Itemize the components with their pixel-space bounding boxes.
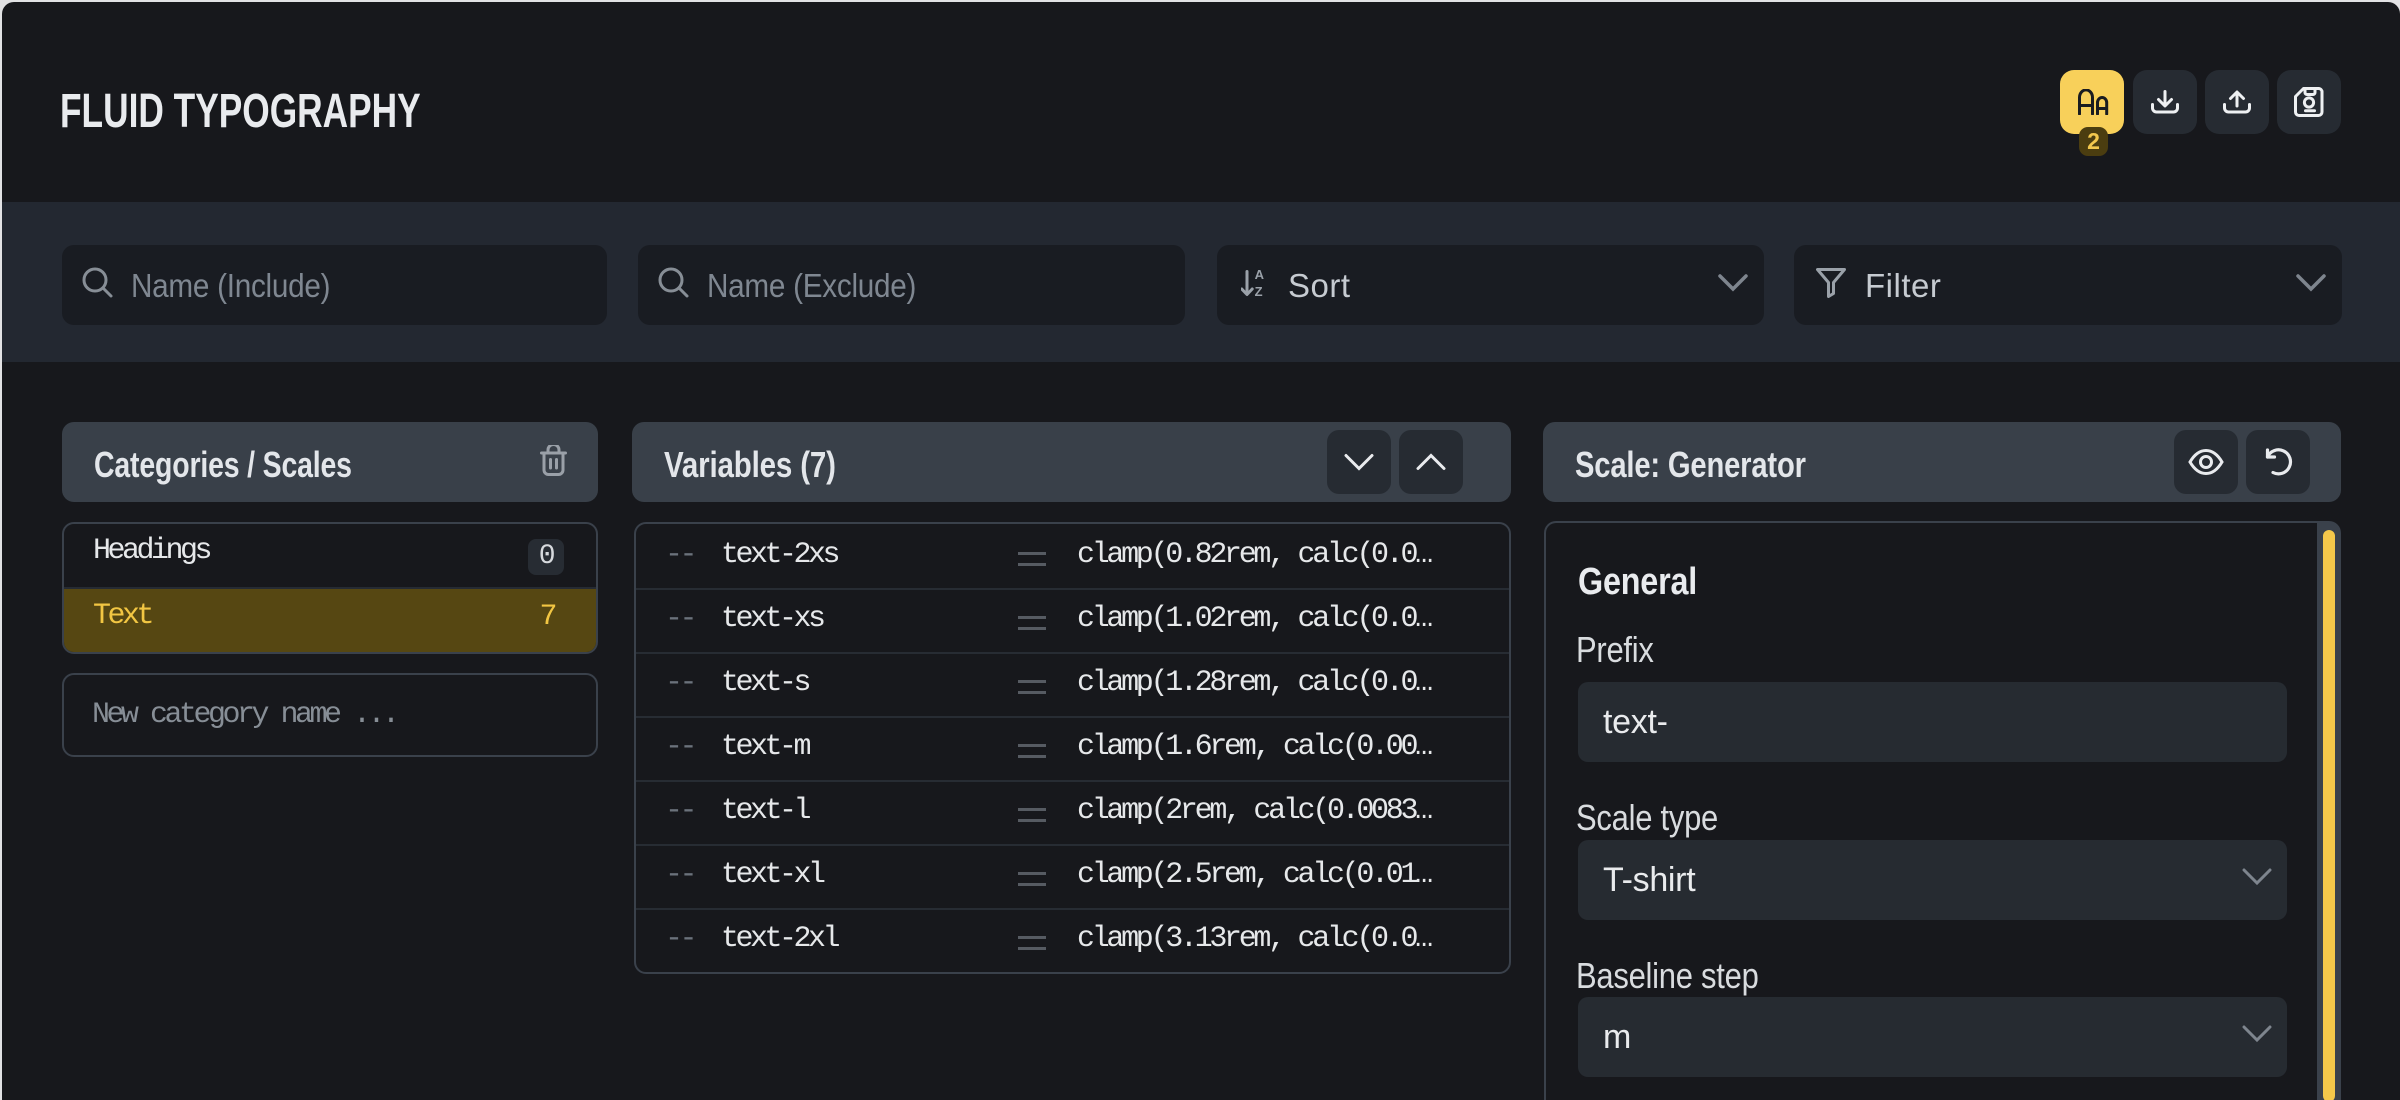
svg-text:Z: Z [1255,284,1263,299]
svg-text:A: A [1255,268,1265,282]
